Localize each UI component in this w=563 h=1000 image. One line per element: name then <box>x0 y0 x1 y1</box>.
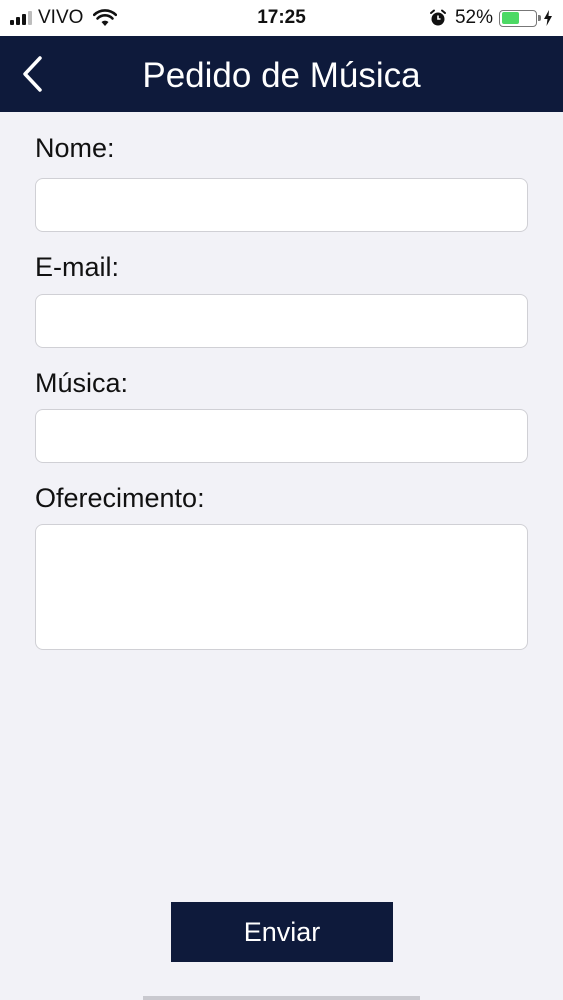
alarm-icon <box>429 9 447 27</box>
battery-icon <box>499 9 541 27</box>
email-input[interactable] <box>35 294 528 348</box>
navigation-bar: Pedido de Música <box>0 36 563 112</box>
name-input[interactable] <box>35 178 528 232</box>
dedication-textarea[interactable] <box>35 524 528 650</box>
music-label: Música: <box>35 368 129 398</box>
song-request-form: Nome: E-mail: Música: Oferecimento: <box>35 112 528 650</box>
music-input[interactable] <box>35 409 528 463</box>
email-label: E-mail: <box>35 252 120 282</box>
name-label: Nome: <box>35 133 115 163</box>
battery-fill <box>501 12 519 24</box>
status-right: 52% <box>429 7 553 29</box>
battery-percentage: 52% <box>454 7 493 28</box>
charging-icon <box>543 10 553 26</box>
status-bar: VIVO 17:25 52% <box>0 0 563 36</box>
dedication-label: Oferecimento: <box>35 483 205 513</box>
send-button[interactable]: Enviar <box>171 902 393 962</box>
home-indicator <box>143 996 420 1000</box>
page-title: Pedido de Música <box>142 56 421 95</box>
